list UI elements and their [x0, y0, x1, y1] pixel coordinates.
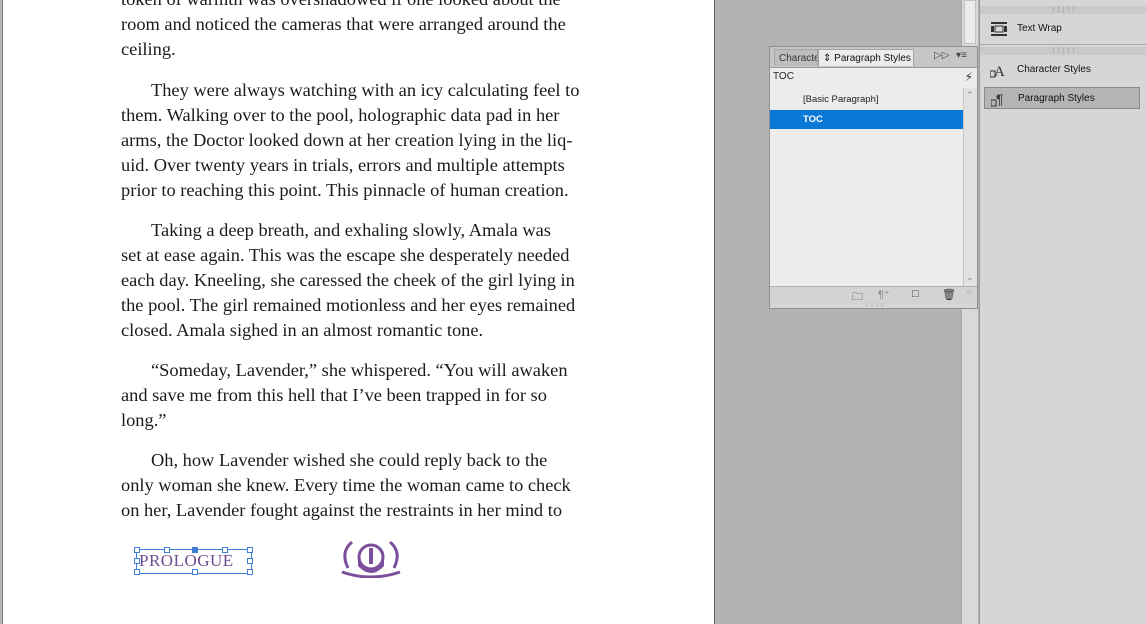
dock-item-label: Paragraph Styles: [1018, 93, 1095, 104]
drag-grip-icon[interactable]: ⋮⋮⋮⋮: [864, 303, 885, 310]
resize-handle[interactable]: [247, 569, 253, 575]
text-line: uid. Over twenty years in trials, errors…: [121, 155, 565, 175]
sort-arrows-icon: ⇕: [823, 53, 832, 64]
body-paragraph[interactable]: Taking a deep breath, and exhaling slowl…: [121, 218, 621, 343]
dock-item-label: Character Styles: [1017, 64, 1091, 75]
text-line: Oh, how Lavender wished she could reply …: [151, 450, 548, 470]
tab-character-styles[interactable]: Characte: [774, 49, 818, 66]
clear-overrides-icon[interactable]: ⚡︎: [965, 70, 973, 84]
panel-dock: ⋮⋮⋮⋮⋮ Text Wrap ⋮⋮⋮⋮⋮ A Character Styles…: [979, 0, 1146, 624]
panel-tab-bar: Characte ⇕ Paragraph Styles ▷▷ ▾≡: [770, 47, 977, 68]
scroll-up-icon[interactable]: ⌃: [966, 90, 974, 101]
scroll-down-icon[interactable]: ⌄: [966, 272, 974, 283]
text-line: only woman she knew. Every time the woma…: [121, 475, 571, 495]
new-group-icon[interactable]: 🗀︎: [852, 288, 863, 307]
text-line: and save me from this hell that I’ve bee…: [121, 385, 547, 405]
text-line: prior to reaching this point. This pinna…: [121, 180, 569, 200]
dock-divider: [980, 44, 1146, 45]
resize-handle[interactable]: [247, 547, 253, 553]
ornament-logo-icon: [341, 540, 401, 578]
paragraph-styles-icon: ¶: [991, 91, 1004, 107]
resize-handle[interactable]: [192, 569, 198, 575]
new-style-icon[interactable]: □: [912, 288, 919, 300]
resize-handle[interactable]: [222, 547, 228, 553]
selected-text-frame[interactable]: PROLOGUE: [134, 547, 253, 575]
list-scrollbar[interactable]: ⌃ ⌄: [963, 88, 977, 286]
resize-handle[interactable]: [192, 547, 198, 553]
running-header-text[interactable]: PROLOGUE: [139, 551, 234, 571]
text-line: They were always watching with an icy ca…: [151, 80, 580, 100]
text-line: closed. Amala sighed in an almost romant…: [121, 320, 484, 340]
body-paragraph[interactable]: token of warmth was overshadowed if one …: [121, 0, 621, 62]
tab-paragraph-styles[interactable]: ⇕ Paragraph Styles: [818, 49, 914, 66]
list-item[interactable]: TOC: [770, 110, 963, 129]
text-line: each day. Kneeling, she caressed the che…: [121, 270, 575, 290]
dock-item-label: Text Wrap: [1017, 23, 1062, 34]
list-item[interactable]: [Basic Paragraph]: [770, 90, 963, 109]
body-paragraph[interactable]: “Someday, Lavender,” she whispered. “You…: [121, 358, 621, 433]
svg-text:A: A: [994, 64, 1005, 78]
paragraph-styles-panel[interactable]: Characte ⇕ Paragraph Styles ▷▷ ▾≡ TOC ⚡︎…: [769, 46, 978, 310]
text-line: token of warmth was overshadowed if one …: [121, 0, 621, 12]
resize-handle[interactable]: [134, 547, 140, 553]
character-styles-icon: A: [990, 64, 1005, 78]
trash-icon[interactable]: 🗑︎: [942, 288, 956, 301]
text-line: Taking a deep breath, and exhaling slowl…: [151, 220, 551, 240]
document-page[interactable]: token of warmth was overshadowed if one …: [2, 0, 715, 624]
text-line: on her, Lavender fought against the rest…: [121, 500, 563, 520]
svg-text:¶: ¶: [996, 91, 1004, 107]
resize-handle[interactable]: [134, 569, 140, 575]
style-list[interactable]: [Basic Paragraph] TOC: [770, 88, 963, 286]
current-style-field: TOC ⚡︎: [770, 68, 977, 89]
body-paragraph[interactable]: Oh, how Lavender wished she could reply …: [121, 448, 621, 523]
text-line: them. Walking over to the pool, holograp…: [121, 105, 560, 125]
scrollbar-thumb[interactable]: [964, 0, 976, 44]
current-style-name: TOC: [773, 71, 794, 82]
text-line: arms, the Doctor looked down at her crea…: [121, 130, 573, 150]
dock-item-paragraph-styles[interactable]: ¶ Paragraph Styles: [984, 87, 1140, 109]
text-line: “Someday, Lavender,” she whispered. “You…: [151, 360, 568, 380]
resize-grip-icon[interactable]: ⁘: [966, 288, 973, 297]
collapse-panel-icon[interactable]: ▷▷: [934, 50, 949, 61]
resize-handle[interactable]: [247, 558, 253, 564]
tab-label: Paragraph Styles: [834, 53, 911, 64]
dock-grip-icon[interactable]: ⋮⋮⋮⋮⋮: [980, 47, 1146, 55]
body-paragraph[interactable]: They were always watching with an icy ca…: [121, 78, 621, 203]
dock-grip-icon[interactable]: ⋮⋮⋮⋮⋮: [980, 6, 1146, 14]
dock-item-text-wrap[interactable]: Text Wrap: [984, 18, 1140, 40]
dock-item-character-styles[interactable]: A Character Styles: [984, 59, 1140, 81]
resize-handle[interactable]: [164, 547, 170, 553]
text-line: the pool. The girl remained motionless a…: [121, 295, 576, 315]
text-line: room and noticed the cameras that were a…: [121, 14, 566, 34]
panel-menu-icon[interactable]: ▾≡: [956, 50, 967, 61]
text-wrap-icon: [991, 22, 1007, 36]
resize-handle[interactable]: [134, 558, 140, 564]
panel-footer: 🗀︎ ¶⁺ □ 🗑︎ ⁘: [770, 286, 977, 304]
text-line: set at ease again. This was the escape s…: [121, 245, 570, 265]
text-line: ceiling.: [121, 39, 176, 59]
text-line: long.”: [121, 410, 167, 430]
clear-overrides-icon[interactable]: ¶⁺: [878, 288, 890, 301]
